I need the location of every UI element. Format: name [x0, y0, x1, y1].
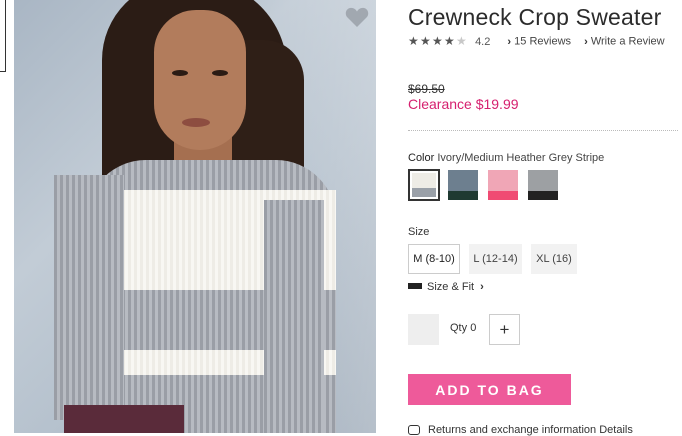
sale-price: Clearance $19.99	[408, 96, 519, 112]
swatch-pink-coral[interactable]	[488, 170, 518, 200]
star-icon: ★	[432, 34, 443, 48]
model-eye-left	[172, 70, 188, 76]
star-icon: ★	[456, 34, 467, 48]
product-image[interactable]	[14, 0, 376, 433]
reviews-link[interactable]: 15 Reviews	[514, 36, 571, 48]
qty-increment-button[interactable]: +	[489, 314, 520, 345]
model-face	[154, 10, 246, 150]
product-title: Crewneck Crop Sweater	[408, 4, 662, 30]
size-option-l[interactable]: L (12-14)	[469, 244, 522, 274]
swatch-ivory-grey[interactable]	[408, 169, 440, 201]
rating-value: 4.2	[475, 35, 491, 48]
size-label: Size	[408, 226, 430, 238]
divider	[408, 130, 678, 131]
color-label: Color Ivory/Medium Heather Grey Stripe	[408, 152, 604, 164]
chevron-right-icon: ›	[480, 281, 484, 293]
qty-label: Qty	[450, 322, 468, 334]
returns-info-text[interactable]: Returns and exchange information Details	[428, 424, 633, 436]
original-price: $69.50	[408, 82, 445, 96]
add-to-bag-button[interactable]: ADD TO BAG	[408, 374, 571, 405]
sweater-sleeve-left	[54, 175, 124, 420]
chevron-right-icon: ›	[507, 35, 512, 48]
star-icon: ★	[444, 34, 455, 48]
star-icon: ★	[420, 34, 431, 48]
size-fit-label: Size & Fit	[427, 281, 475, 293]
model-lips	[182, 118, 210, 127]
color-label-prefix: Color	[408, 152, 435, 164]
size-option-xl[interactable]: XL (16)	[531, 244, 577, 274]
swatch-slate-green[interactable]	[448, 170, 478, 200]
chat-icon	[408, 425, 420, 436]
color-selected-name: Ivory/Medium Heather Grey Stripe	[437, 152, 605, 164]
ruler-icon	[408, 283, 422, 290]
star-icon: ★	[408, 34, 419, 48]
size-fit-link[interactable]: Size & Fit ›	[408, 281, 484, 293]
swatch-grey-black[interactable]	[528, 170, 558, 200]
sweater-sleeve-right	[264, 200, 324, 433]
returns-info-row: Returns and exchange information Details	[408, 424, 633, 436]
chevron-right-icon: ›	[584, 35, 588, 48]
qty-value: 0	[470, 322, 477, 334]
qty-display: Qty 0	[450, 322, 476, 334]
star-rating[interactable]: ★★★★★	[408, 35, 468, 48]
model-eye-right	[212, 70, 228, 76]
write-review-link[interactable]: Write a Review	[591, 36, 665, 48]
left-edge-frame	[0, 0, 6, 72]
heart-icon[interactable]	[345, 6, 369, 28]
rating-row: ★★★★★ 4.2 › 15 Reviews › Write a Review	[408, 35, 665, 49]
qty-decrement-button[interactable]	[408, 314, 439, 345]
model-pants	[64, 405, 184, 433]
size-option-m[interactable]: M (8-10)	[408, 244, 460, 274]
